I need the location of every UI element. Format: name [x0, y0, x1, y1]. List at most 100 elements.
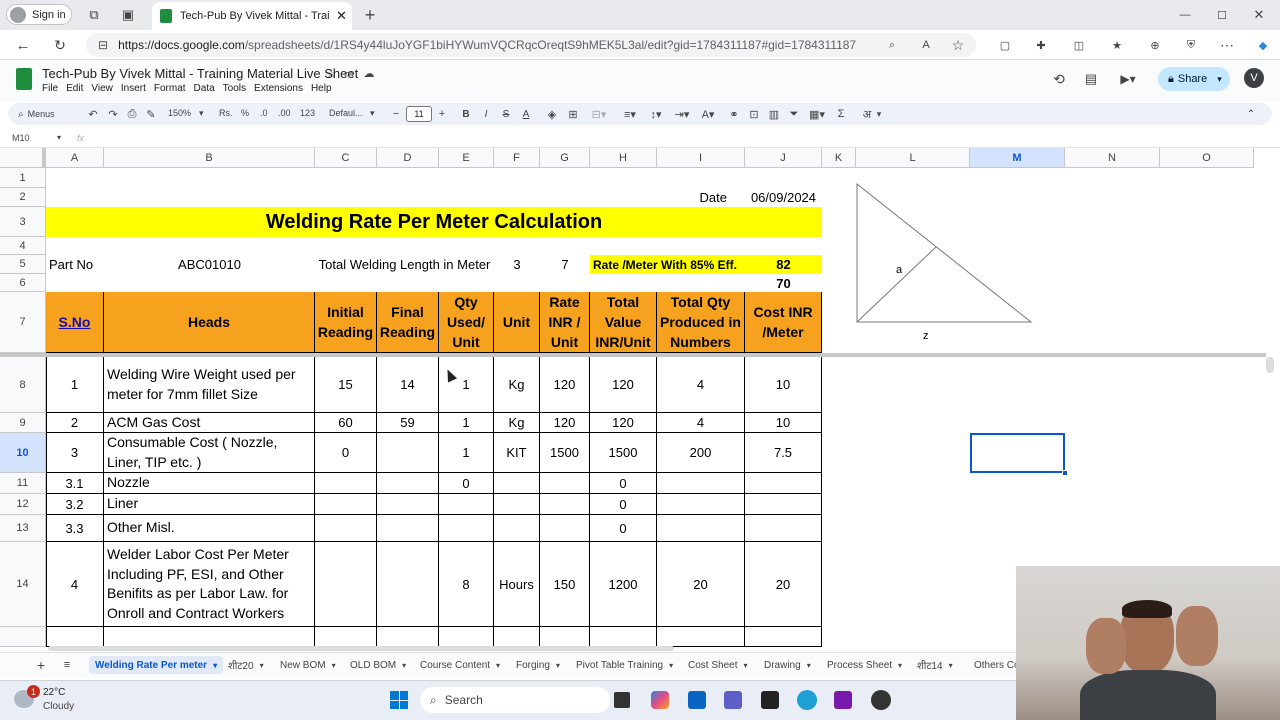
cell-cost-per-meter[interactable] — [745, 494, 822, 515]
comments-icon[interactable]: ▤ — [1082, 70, 1100, 88]
cell-rate[interactable] — [540, 494, 590, 515]
cell-total-value[interactable]: 1200 — [590, 542, 657, 627]
meet-icon[interactable]: ▶▾ — [1116, 70, 1140, 88]
cell-total-qty[interactable]: 20 — [657, 542, 745, 627]
name-box[interactable]: M10 — [12, 133, 30, 143]
filter-views-icon[interactable]: ▦▾ — [806, 105, 828, 123]
font-size-field[interactable]: 11 — [406, 106, 432, 122]
cell-heads[interactable]: ACM Gas Cost — [104, 413, 315, 433]
read-aloud-icon[interactable]: A — [918, 36, 934, 54]
version-history-icon[interactable]: ⟲ — [1050, 70, 1068, 88]
welding-length-value[interactable]: 3 — [494, 255, 540, 274]
all-sheets-icon[interactable]: ≡ — [60, 656, 74, 674]
share-dropdown-icon[interactable]: ▾ — [1217, 74, 1222, 85]
cell-total-qty[interactable] — [657, 627, 745, 647]
triangle-drawing[interactable]: a z — [850, 178, 1040, 348]
text-rotation-icon[interactable]: A▾ — [697, 105, 719, 123]
fill-handle[interactable] — [1062, 470, 1068, 476]
cell-unit[interactable]: Kg — [494, 357, 540, 413]
taskbar-search[interactable]: ⌕ Search — [420, 687, 610, 713]
more-formats-button[interactable]: 123 — [300, 108, 315, 118]
menu-tools[interactable]: Tools — [219, 83, 250, 94]
add-sheet-icon[interactable]: + — [34, 656, 48, 674]
close-window-icon[interactable]: ✕ — [1250, 6, 1268, 24]
menu-format[interactable]: Format — [150, 83, 190, 94]
cell-unit[interactable]: KIT — [494, 433, 540, 473]
cell-final-reading[interactable] — [377, 627, 439, 647]
font-dropdown-icon[interactable]: ▾ — [370, 108, 375, 119]
row-header-3[interactable]: 3 — [0, 207, 46, 237]
sheet-tab-menu-icon[interactable]: ▾ — [332, 661, 336, 670]
header-total-qty[interactable]: Total Qty Produced in Numbers — [657, 292, 745, 353]
row-header-4[interactable]: 4 — [0, 237, 46, 255]
column-header-o[interactable]: O — [1160, 148, 1254, 168]
cell-total-value[interactable]: 120 — [590, 413, 657, 433]
sheets-logo-icon[interactable] — [16, 68, 32, 90]
font-size-increase-icon[interactable]: + — [436, 105, 448, 123]
cell-sno[interactable]: 3.2 — [46, 494, 104, 515]
column-header-e[interactable]: E — [439, 148, 494, 168]
strikethrough-button[interactable]: S — [499, 105, 513, 123]
sheet-tab[interactable]: Drawing ▾ — [758, 656, 811, 674]
fill-color-icon[interactable]: ◈ — [545, 105, 559, 123]
refresh-icon[interactable]: ↻ — [51, 36, 69, 54]
sheet-tab-menu-icon[interactable]: ▾ — [260, 661, 264, 670]
cell-qty-used[interactable]: 1 — [439, 357, 494, 413]
column-header-a[interactable]: A — [46, 148, 104, 168]
part-no-value[interactable]: ABC01010 — [104, 255, 315, 274]
sheet-tab-menu-icon[interactable]: ▾ — [213, 661, 217, 670]
currency-format-button[interactable]: Rs. — [219, 108, 233, 118]
cell-cost-per-meter[interactable] — [745, 627, 822, 647]
input-tools-button[interactable]: अ — [860, 105, 874, 123]
row-header-11[interactable]: 11 — [0, 473, 46, 494]
menu-edit[interactable]: Edit — [62, 83, 87, 94]
redo-icon[interactable]: ↷ — [106, 105, 120, 123]
font-select[interactable]: Defaul... — [329, 108, 363, 118]
paint-format-icon[interactable]: ✎ — [144, 105, 158, 123]
decrease-decimal-button[interactable]: .0 — [260, 108, 268, 118]
undo-icon[interactable]: ↶ — [86, 105, 100, 123]
cell-qty-used[interactable]: 1 — [439, 413, 494, 433]
vertical-align-icon[interactable]: ↕▾ — [645, 105, 667, 123]
cell-cost-per-meter[interactable]: 20 — [745, 542, 822, 627]
column-header-n[interactable]: N — [1065, 148, 1160, 168]
outlook-icon[interactable] — [688, 691, 706, 709]
column-header-c[interactable]: C — [315, 148, 377, 168]
text-color-button[interactable]: A — [519, 105, 533, 123]
cell-initial-reading[interactable]: 60 — [315, 413, 377, 433]
cell-final-reading[interactable] — [377, 542, 439, 627]
sheet-tab-active[interactable]: Welding Rate Per meter ▾ — [89, 656, 224, 674]
doc-title[interactable]: Tech-Pub By Vivek Mittal - Training Mate… — [42, 66, 358, 81]
input-tools-dropdown-icon[interactable]: ▾ — [874, 105, 884, 123]
part-no-label[interactable]: Part No — [46, 255, 104, 274]
selected-cell-m10[interactable] — [970, 433, 1065, 473]
cell-cost-per-meter[interactable]: 10 — [745, 413, 822, 433]
split-screen-icon[interactable]: ◫ — [1070, 36, 1088, 54]
onenote-icon[interactable] — [834, 691, 852, 709]
row-header-1[interactable]: 1 — [0, 168, 46, 188]
cell-total-value[interactable]: 1500 — [590, 433, 657, 473]
cell-total-value[interactable]: 0 — [590, 494, 657, 515]
sheet-tab[interactable]: Process Sheet ▾ — [821, 656, 902, 674]
weather-condition[interactable]: Cloudy — [43, 701, 74, 712]
column-header-l[interactable]: L — [856, 148, 970, 168]
cell-sno[interactable]: 3.3 — [46, 515, 104, 542]
cell-final-reading[interactable] — [377, 494, 439, 515]
cell-rate[interactable]: 120 — [540, 413, 590, 433]
terminal-icon[interactable] — [761, 691, 779, 709]
workspaces-icon[interactable]: ⧉ — [84, 6, 104, 24]
star-icon[interactable]: ☆ — [324, 66, 338, 80]
row-header-14[interactable]: 14 — [0, 542, 46, 627]
sheet-tab-menu-icon[interactable]: ▾ — [949, 661, 953, 670]
sheet-tab[interactable]: New BOM ▾ — [274, 656, 336, 674]
column-header-i[interactable]: I — [657, 148, 745, 168]
cell-rate[interactable]: 150 — [540, 542, 590, 627]
insert-comment-icon[interactable]: ⊡ — [747, 105, 761, 123]
header-final-reading[interactable]: Final Reading — [377, 292, 439, 353]
signin-button[interactable]: Sign in — [6, 4, 72, 25]
sheet-tab-menu-icon[interactable]: ▾ — [669, 661, 673, 670]
insert-chart-icon[interactable]: ▥ — [767, 105, 781, 123]
sheet-title[interactable]: Welding Rate Per Meter Calculation — [46, 207, 822, 237]
menu-data[interactable]: Data — [190, 83, 219, 94]
cell-unit[interactable]: Hours — [494, 542, 540, 627]
